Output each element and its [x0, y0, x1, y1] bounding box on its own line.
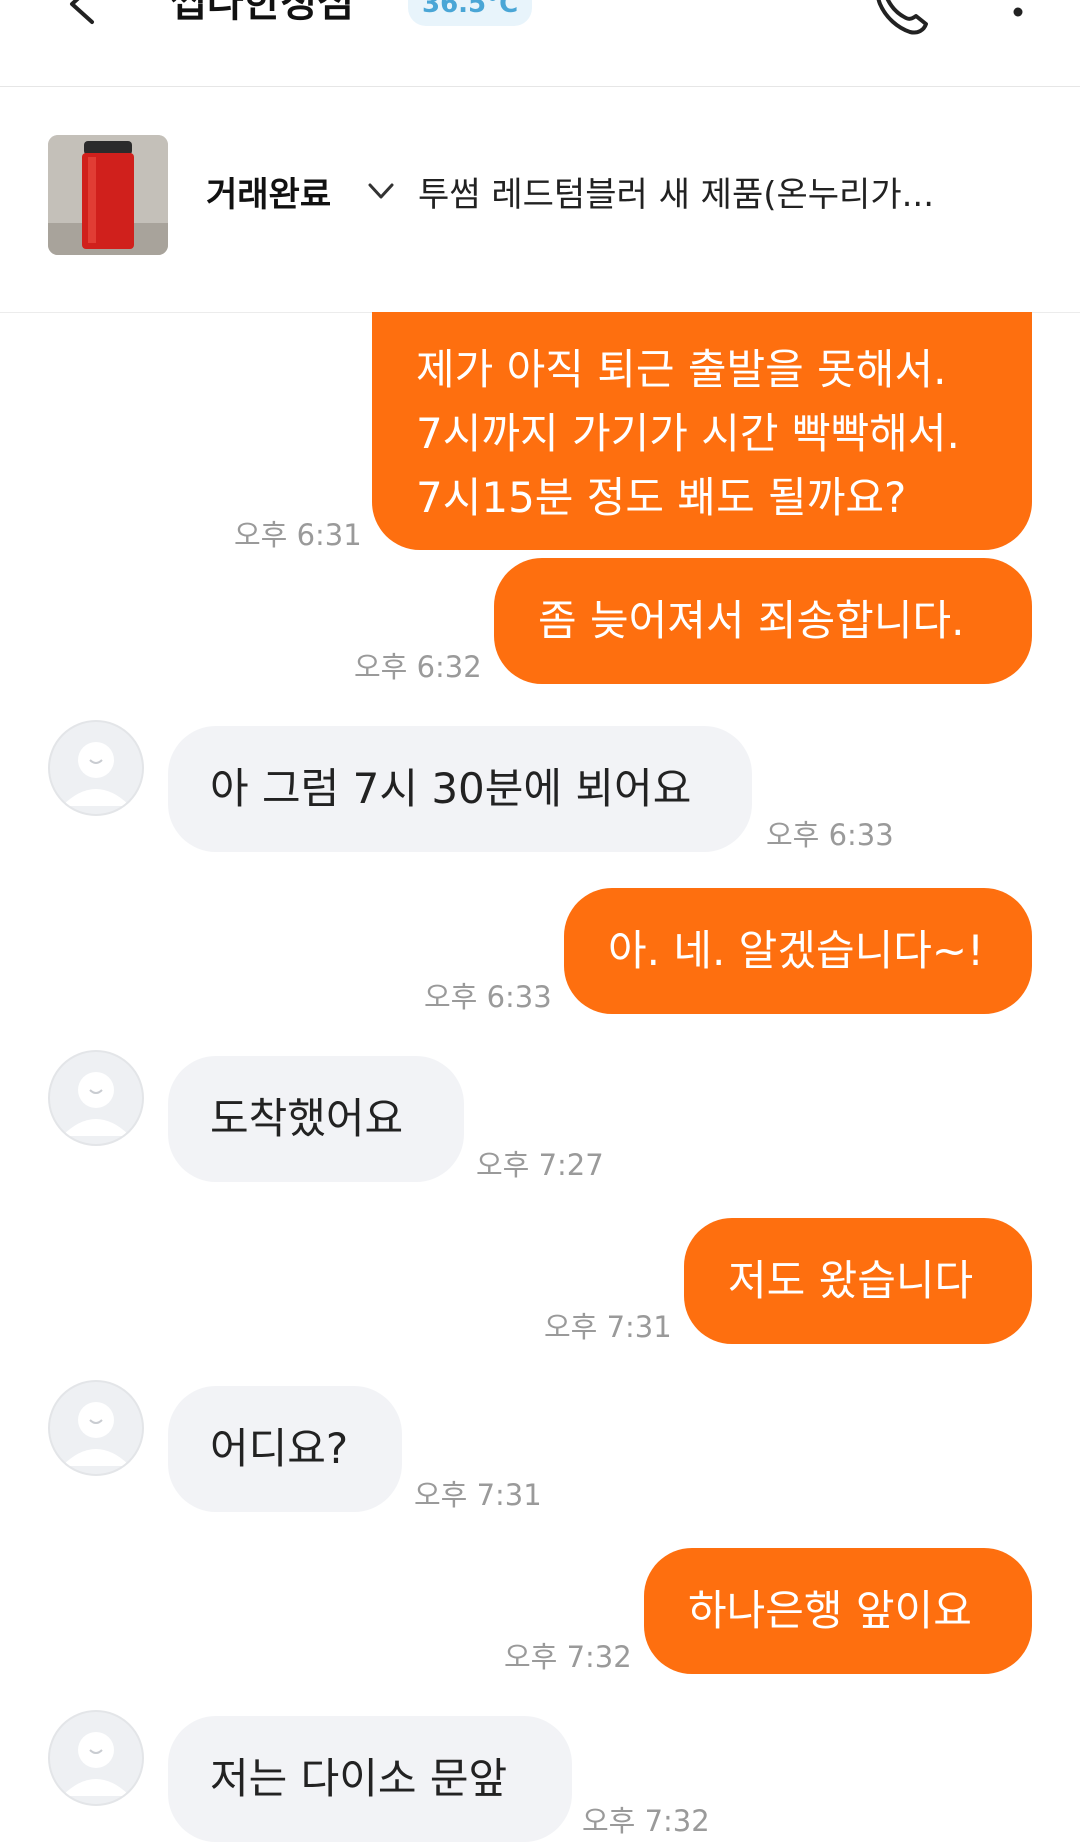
message-time: 오후 7:32 — [504, 1640, 632, 1674]
message-time: 오후 7:31 — [544, 1310, 672, 1344]
chevron-down-icon[interactable] — [366, 179, 396, 203]
chat-partner-name: 씹다한청섬 — [170, 0, 354, 26]
red-tumbler-image — [48, 135, 168, 255]
message-time: 오후 6:32 — [354, 650, 482, 684]
outgoing-message[interactable]: 하나은행 앞이요 — [644, 1548, 1032, 1674]
message-time: 오후 6:33 — [766, 818, 894, 852]
incoming-message[interactable]: 저는 다이소 문앞 — [168, 1716, 572, 1842]
product-thumbnail[interactable] — [48, 135, 168, 255]
back-arrow-icon[interactable] — [62, 0, 106, 26]
avatar[interactable] — [48, 720, 144, 816]
product-title[interactable]: 투썸 레드텀블러 새 제품(온누리가... — [418, 167, 1038, 216]
phone-icon[interactable] — [870, 0, 930, 38]
outgoing-message[interactable]: 좀 늦어져서 죄송합니다. — [494, 558, 1032, 684]
message-time: 오후 7:32 — [582, 1804, 710, 1838]
message-time: 오후 6:33 — [424, 980, 552, 1014]
outgoing-message[interactable]: 제가 아직 퇴근 출발을 못해서. 7시까지 가기가 시간 빡빡해서. 7시15… — [372, 312, 1032, 550]
trade-status[interactable]: 거래완료 — [206, 167, 331, 216]
avatar[interactable] — [48, 1710, 144, 1806]
manner-temperature-badge: 36.5°C — [408, 0, 533, 26]
message-time: 오후 7:31 — [414, 1478, 542, 1512]
chat-header: 씹다한청섬 36.5°C — [0, 0, 1080, 87]
outgoing-message[interactable]: 저도 왔습니다 — [684, 1218, 1032, 1344]
more-vertical-icon[interactable] — [1006, 0, 1030, 36]
avatar[interactable] — [48, 1380, 144, 1476]
product-info-bar[interactable]: 거래완료 투썸 레드텀블러 새 제품(온누리가... — [0, 87, 1080, 313]
message-time: 오후 7:27 — [476, 1148, 604, 1182]
incoming-message[interactable]: 어디요? — [168, 1386, 402, 1512]
message-time: 오후 6:31 — [234, 518, 362, 552]
outgoing-message[interactable]: 아. 네. 알겠습니다~! — [564, 888, 1032, 1014]
avatar[interactable] — [48, 1050, 144, 1146]
incoming-message[interactable]: 아 그럼 7시 30분에 뵈어요 — [168, 726, 752, 852]
incoming-message[interactable]: 도착했어요 — [168, 1056, 464, 1182]
